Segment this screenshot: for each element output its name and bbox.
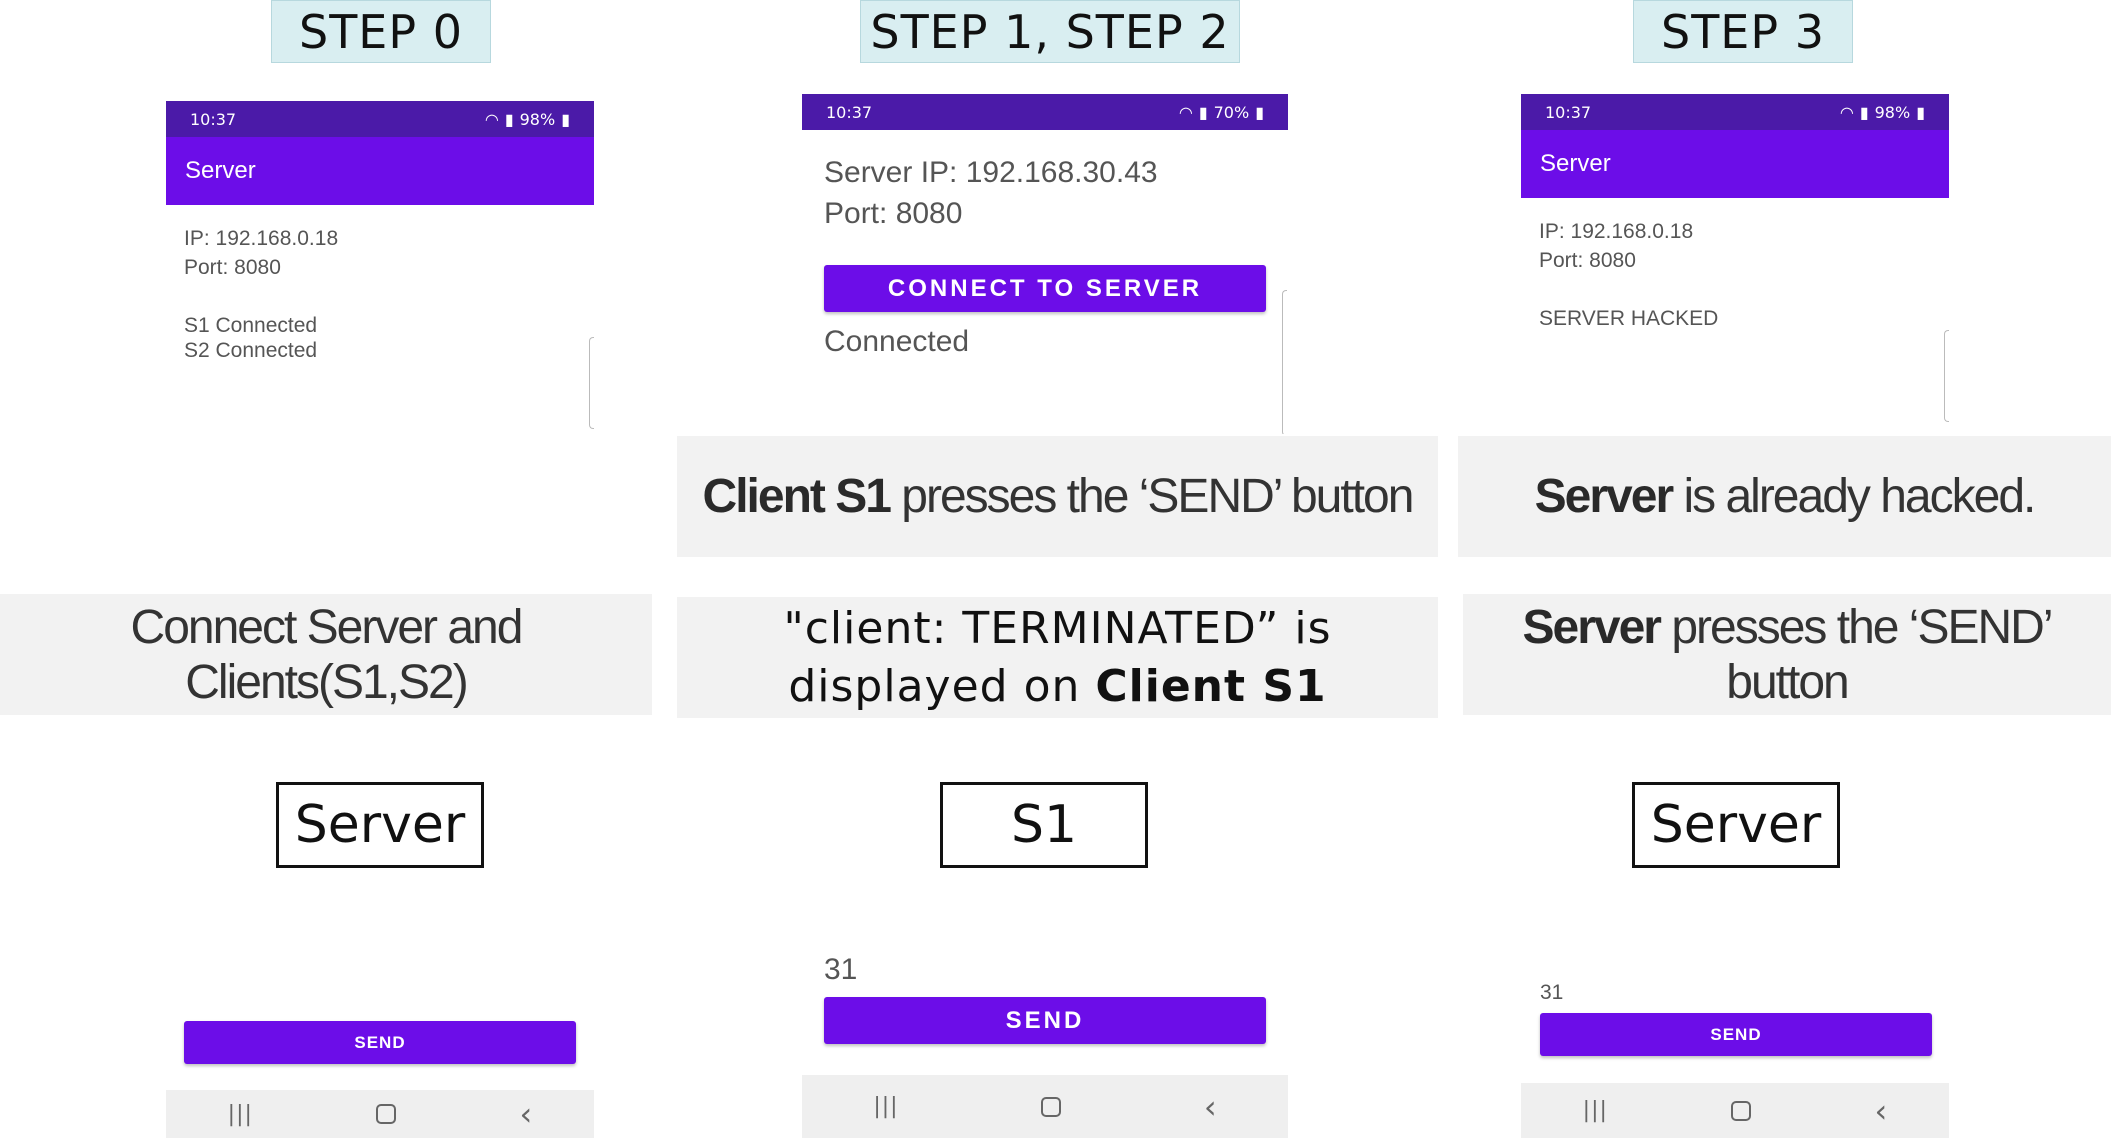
caption-step12-client-send: Client S1 presses the ‘SEND’ button [677, 436, 1438, 557]
app-toolbar: Server [166, 137, 594, 205]
port-text: Port: 8080 [1539, 249, 1636, 272]
step-0-label: STEP 0 [271, 0, 491, 63]
send-button-step0[interactable]: SEND [184, 1021, 576, 1064]
step-1-2-label: STEP 1, STEP 2 [860, 0, 1240, 63]
caption-line-2: displayed on Client S1 [788, 660, 1327, 712]
wifi-icon: ◠ [1178, 102, 1193, 122]
status-time: 10:37 [190, 109, 237, 129]
status-bar: 10:37 ◠ ▮ 98% ▮ [166, 101, 594, 137]
number-field: 31 [824, 953, 858, 986]
back-icon[interactable]: ‹ [1204, 1091, 1217, 1123]
battery-icon: ▮ [1255, 102, 1264, 122]
status-icons: ◠ ▮ 98% ▮ [1840, 103, 1925, 122]
ip-text: IP: 192.168.0.18 [184, 227, 339, 250]
send-button-step3[interactable]: SEND [1540, 1013, 1932, 1056]
home-icon[interactable] [1041, 1096, 1062, 1117]
caption-bold: Server [1534, 470, 1674, 523]
role-label-server-step3: Server [1632, 782, 1840, 868]
caption-step3-server-send: Server presses the ‘SEND’ button [1463, 594, 2111, 715]
server-ip-text: Server IP: 192.168.30.43 [824, 156, 1158, 189]
battery-level: 98% [519, 109, 556, 129]
recents-icon[interactable]: ||| [1583, 1098, 1608, 1123]
battery-icon: ▮ [1916, 102, 1925, 122]
app-toolbar: Server [1521, 130, 1949, 198]
nav-bar-step0: ||| ‹ [166, 1090, 594, 1138]
status-time: 10:37 [826, 102, 873, 122]
port-text: Port: 8080 [824, 197, 963, 230]
send-button-step12[interactable]: SEND [824, 997, 1266, 1044]
home-icon[interactable] [376, 1104, 397, 1124]
role-label-server-step0: Server [276, 782, 484, 868]
connect-to-server-button[interactable]: CONNECT TO SERVER [824, 265, 1266, 312]
caption-step0-connect: Connect Server and Clients(S1,S2) [0, 594, 652, 715]
caption-text: is already hacked. [1672, 470, 2036, 523]
log-line-1: SERVER HACKED [1539, 307, 1719, 330]
wifi-icon: ◠ [1839, 102, 1854, 122]
back-icon[interactable]: ‹ [520, 1098, 533, 1130]
wifi-icon: ◠ [484, 109, 499, 129]
battery-level: 98% [1874, 102, 1911, 122]
caption-text: presses the ‘SEND’ button [889, 470, 1414, 523]
status-icons: ◠ ▮ 70% ▮ [1179, 103, 1264, 122]
caption-step12-terminated: "client: TERMINATED” is displayed on Cli… [677, 597, 1438, 718]
home-icon[interactable] [1731, 1100, 1752, 1121]
status-bar: 10:37 ◠ ▮ 98% ▮ [1521, 94, 1949, 130]
number-field: 31 [1540, 981, 1564, 1004]
scrollbar[interactable] [589, 337, 594, 429]
nav-bar-step12: ||| ‹ [802, 1075, 1288, 1138]
role-label-s1: S1 [940, 782, 1148, 868]
status-time: 10:37 [1545, 102, 1592, 122]
app-title: Server [185, 157, 256, 184]
caption-text: presses the ‘SEND’ button [1659, 600, 2053, 709]
ip-text: IP: 192.168.0.18 [1539, 220, 1694, 243]
nav-bar-step3: ||| ‹ [1521, 1083, 1949, 1138]
scrollbar[interactable] [1944, 330, 1949, 422]
status-icons: ◠ ▮ 98% ▮ [485, 110, 570, 129]
recents-icon[interactable]: ||| [228, 1102, 253, 1127]
server-phone-screen-step3: 10:37 ◠ ▮ 98% ▮ Server IP: 192.168.0.18 … [1521, 94, 1949, 430]
server-phone-screen-step0: 10:37 ◠ ▮ 98% ▮ Server IP: 192.168.0.18 … [166, 101, 594, 431]
signal-icon: ▮ [504, 109, 514, 129]
log-line-2: S2 Connected [184, 339, 318, 362]
signal-icon: ▮ [1198, 102, 1208, 122]
client-phone-screen-step12: 10:37 ◠ ▮ 70% ▮ Server IP: 192.168.30.43… [802, 94, 1288, 434]
scrollbar[interactable] [1282, 290, 1287, 434]
recents-icon[interactable]: ||| [873, 1094, 898, 1119]
caption-line-1: "client: TERMINATED” is [783, 602, 1332, 654]
caption-step3-hacked: Server is already hacked. [1458, 436, 2111, 557]
back-icon[interactable]: ‹ [1875, 1095, 1888, 1127]
caption-bold: Client S1 [702, 470, 892, 523]
connection-status: Connected [824, 325, 970, 358]
caption-bold: Server [1522, 600, 1662, 654]
status-bar: 10:37 ◠ ▮ 70% ▮ [802, 94, 1288, 130]
battery-level: 70% [1213, 102, 1250, 122]
step-3-label: STEP 3 [1633, 0, 1853, 63]
signal-icon: ▮ [1859, 102, 1869, 122]
port-text: Port: 8080 [184, 256, 281, 279]
app-title: Server [1540, 150, 1611, 177]
battery-icon: ▮ [561, 109, 570, 129]
